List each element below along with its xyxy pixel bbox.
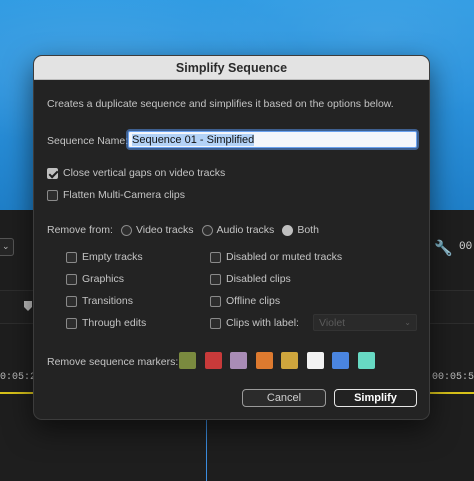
- flatten-multicam-option[interactable]: Flatten Multi-Camera clips: [47, 189, 185, 201]
- close-gaps-option[interactable]: Close vertical gaps on video tracks: [47, 167, 225, 179]
- dialog-titlebar[interactable]: Simplify Sequence: [34, 56, 429, 80]
- marker-swatch-blue[interactable]: [332, 352, 349, 369]
- marker-swatch-green[interactable]: [179, 352, 196, 369]
- clips-with-label-checkbox[interactable]: [210, 317, 221, 329]
- remove-from-video-tracks[interactable]: Video tracks: [120, 224, 194, 236]
- dialog-description: Creates a duplicate sequence and simplif…: [47, 98, 394, 110]
- marker-swatch-yellow[interactable]: [281, 352, 298, 369]
- ruler-timecode-right: 00:05:54: [432, 372, 474, 383]
- disabled-muted-tracks-label: Disabled or muted tracks: [226, 251, 343, 263]
- wrench-icon[interactable]: 🔧: [434, 239, 453, 257]
- through-edits-option[interactable]: Through edits: [66, 317, 146, 329]
- marker-swatch-orange[interactable]: [255, 352, 273, 369]
- simplify-sequence-dialog: Simplify Sequence Creates a duplicate se…: [33, 55, 430, 420]
- disabled-clips-label: Disabled clips: [226, 273, 291, 285]
- empty-tracks-checkbox[interactable]: [66, 251, 77, 263]
- chevron-down-icon: ⌄: [2, 241, 10, 251]
- clip-label-select-value: Violet: [319, 316, 346, 329]
- offline-clips-checkbox[interactable]: [210, 295, 221, 307]
- sequence-name-value: Sequence 01 - Simplified: [132, 133, 255, 146]
- remove-from-row: Remove from: Video tracks Audio tracks B…: [47, 224, 319, 236]
- disabled-muted-tracks-option[interactable]: Disabled or muted tracks: [210, 251, 342, 263]
- both-radio[interactable]: [282, 224, 294, 236]
- video-tracks-label: Video tracks: [135, 224, 194, 236]
- sequence-name-label: Sequence Name:: [47, 135, 129, 147]
- playhead-line[interactable]: [206, 410, 207, 481]
- simplify-button[interactable]: Simplify: [334, 389, 417, 407]
- timeline-menu-button[interactable]: ⌄: [0, 238, 14, 256]
- dialog-title: Simplify Sequence: [175, 60, 288, 75]
- through-edits-label: Through edits: [82, 317, 147, 329]
- cancel-button[interactable]: Cancel: [242, 389, 326, 407]
- marker-swatch-teal[interactable]: [357, 352, 375, 369]
- chevron-down-icon: ⌄: [404, 318, 411, 327]
- flatten-multicam-label: Flatten Multi-Camera clips: [63, 189, 185, 201]
- audio-tracks-label: Audio tracks: [216, 224, 275, 236]
- remove-markers-label: Remove sequence markers:: [47, 356, 179, 368]
- marker-swatch-violet[interactable]: [230, 352, 247, 369]
- audio-tracks-radio[interactable]: [201, 224, 213, 236]
- graphics-label: Graphics: [82, 273, 125, 285]
- graphics-option[interactable]: Graphics: [66, 273, 124, 285]
- clip-label-select[interactable]: Violet ⌄: [313, 314, 417, 331]
- offline-clips-label: Offline clips: [226, 295, 281, 307]
- marker-swatch-red[interactable]: [204, 352, 222, 369]
- disabled-clips-checkbox[interactable]: [210, 273, 221, 285]
- sequence-name-input[interactable]: Sequence 01 - Simplified: [128, 131, 417, 148]
- remove-from-both[interactable]: Both: [282, 224, 319, 236]
- clips-with-label-label: Clips with label:: [226, 317, 299, 329]
- video-tracks-radio[interactable]: [120, 224, 132, 236]
- disabled-clips-option[interactable]: Disabled clips: [210, 273, 291, 285]
- close-gaps-checkbox[interactable]: [47, 167, 58, 179]
- empty-tracks-label: Empty tracks: [82, 251, 143, 263]
- empty-tracks-option[interactable]: Empty tracks: [66, 251, 143, 263]
- timecode-display: 00: [459, 241, 473, 253]
- clips-with-label-option[interactable]: Clips with label:: [210, 317, 299, 329]
- transitions-checkbox[interactable]: [66, 295, 77, 307]
- offline-clips-option[interactable]: Offline clips: [210, 295, 280, 307]
- transitions-label: Transitions: [82, 295, 133, 307]
- through-edits-checkbox[interactable]: [66, 317, 77, 329]
- graphics-checkbox[interactable]: [66, 273, 77, 285]
- flatten-multicam-checkbox[interactable]: [47, 189, 58, 201]
- transitions-option[interactable]: Transitions: [66, 295, 133, 307]
- marker-swatch-white[interactable]: [306, 352, 324, 369]
- close-gaps-label: Close vertical gaps on video tracks: [63, 167, 226, 179]
- disabled-muted-tracks-checkbox[interactable]: [210, 251, 221, 263]
- remove-from-audio-tracks[interactable]: Audio tracks: [201, 224, 275, 236]
- both-label: Both: [297, 224, 319, 236]
- remove-from-label: Remove from:: [47, 224, 113, 236]
